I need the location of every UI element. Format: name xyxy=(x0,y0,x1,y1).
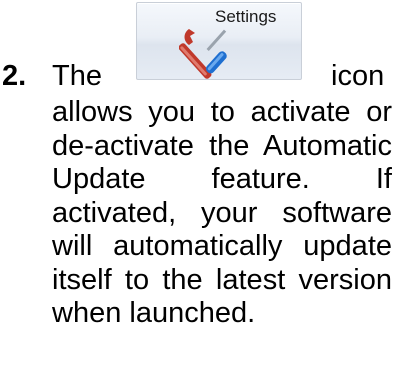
list-item: 2. The Settings icon allows you to activ… xyxy=(0,0,404,370)
settings-tools-icon xyxy=(178,23,237,81)
description-text: allows you to activate or de-activate th… xyxy=(52,96,392,329)
lead-word: The xyxy=(52,60,102,92)
settings-button[interactable]: Settings xyxy=(136,2,302,80)
list-number: 2. xyxy=(2,60,27,92)
first-line: The Settings icon xyxy=(52,0,392,96)
settings-button-label: Settings xyxy=(215,7,277,26)
trailing-word: icon xyxy=(331,60,385,92)
